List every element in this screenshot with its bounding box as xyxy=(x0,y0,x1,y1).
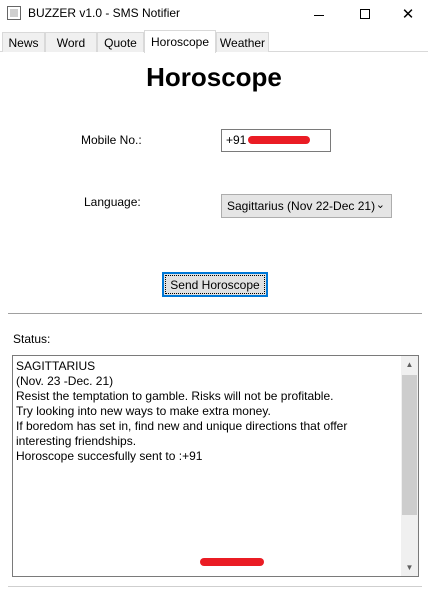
scroll-down-icon[interactable]: ▼ xyxy=(401,559,418,576)
tab-word[interactable]: Word xyxy=(45,32,97,52)
redaction-mark xyxy=(200,558,264,566)
status-label: Status: xyxy=(13,332,51,346)
mobile-label: Mobile No.: xyxy=(81,133,142,147)
app-icon xyxy=(7,6,21,20)
chevron-down-icon: ⌄ xyxy=(375,199,385,211)
redaction-mark xyxy=(248,136,310,144)
window-title: BUZZER v1.0 - SMS Notifier xyxy=(28,6,181,20)
status-line: Horoscope succesfully sent to :+91 xyxy=(16,449,203,463)
mobile-input-value: +91 xyxy=(226,133,247,147)
language-label: Language: xyxy=(84,195,141,209)
divider xyxy=(8,313,422,314)
tab-strip: News Word Quote Horoscope Weather xyxy=(0,30,428,53)
scroll-up-icon[interactable]: ▲ xyxy=(401,356,418,373)
status-textbox[interactable]: SAGITTARIUS (Nov. 23 -Dec. 21) Resist th… xyxy=(12,355,419,577)
tab-weather[interactable]: Weather xyxy=(216,32,269,52)
close-icon: ✕ xyxy=(401,5,415,23)
send-horoscope-button[interactable]: Send Horoscope xyxy=(162,272,268,297)
status-line: Try looking into new ways to make extra … xyxy=(16,404,271,418)
status-line: SAGITTARIUS xyxy=(16,359,96,373)
tab-news[interactable]: News xyxy=(2,32,45,52)
scrollbar-thumb[interactable] xyxy=(402,375,417,515)
bottom-divider xyxy=(8,586,422,587)
language-selected-value: Sagittarius (Nov 22-Dec 21) xyxy=(227,199,376,213)
minimize-button[interactable] xyxy=(296,0,342,28)
status-line: Resist the temptation to gamble. Risks w… xyxy=(16,389,334,403)
close-button[interactable]: ✕ xyxy=(388,0,428,28)
maximize-icon xyxy=(360,9,370,19)
title-bar: BUZZER v1.0 - SMS Notifier ✕ xyxy=(0,0,428,28)
vertical-scrollbar[interactable]: ▲ ▼ xyxy=(401,356,418,576)
status-line: (Nov. 23 -Dec. 21) xyxy=(16,374,114,388)
tab-horoscope[interactable]: Horoscope xyxy=(144,30,216,53)
status-line: interesting friendships. xyxy=(16,434,137,448)
page-title: Horoscope xyxy=(146,62,282,92)
minimize-icon xyxy=(314,14,324,16)
language-select[interactable]: Sagittarius (Nov 22-Dec 21) ⌄ xyxy=(221,194,392,218)
tab-quote[interactable]: Quote xyxy=(97,32,144,52)
maximize-button[interactable] xyxy=(342,0,388,28)
status-line: If boredom has set in, find new and uniq… xyxy=(16,419,348,433)
status-text: SAGITTARIUS (Nov. 23 -Dec. 21) Resist th… xyxy=(16,359,400,464)
